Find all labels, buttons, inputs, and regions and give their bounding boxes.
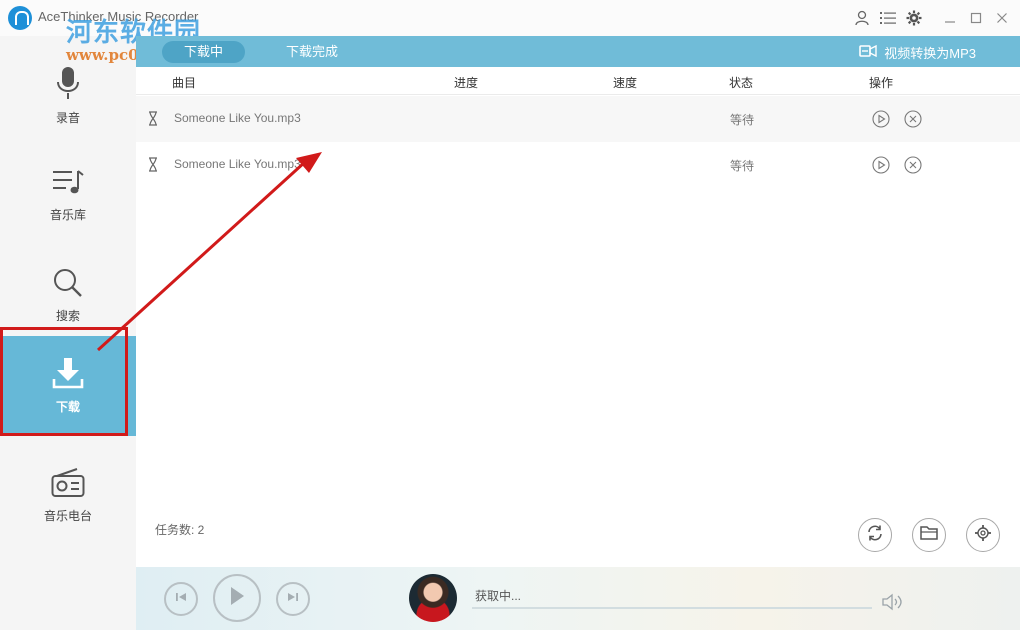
hourglass-icon [148, 111, 158, 129]
sidebar-item-label: 录音 [55, 111, 80, 125]
sidebar-item-label: 搜索 [55, 309, 80, 323]
task-count: 任务数: 2 [155, 523, 205, 537]
convert-video-to-mp3-link[interactable]: 视频转换为MP3 [859, 43, 976, 62]
table-row[interactable]: Someone Like You.mp3 等待 [136, 142, 1020, 188]
play-circle-icon[interactable] [872, 110, 890, 128]
settings-icon [974, 524, 992, 547]
table-header: 曲目 进度 速度 状态 操作 [136, 67, 1020, 95]
open-folder-button[interactable] [912, 518, 946, 552]
close-icon[interactable] [992, 8, 1012, 28]
hourglass-icon [148, 157, 158, 175]
download-settings-button[interactable] [966, 518, 1000, 552]
play-button[interactable] [213, 574, 261, 622]
sidebar-item-label: 音乐库 [49, 208, 86, 222]
delete-circle-icon[interactable] [904, 110, 922, 128]
next-button[interactable] [276, 582, 310, 616]
delete-circle-icon[interactable] [904, 156, 922, 174]
sidebar-item-library[interactable]: 音乐库 [0, 146, 136, 246]
tab-completed[interactable]: 下载完成 [264, 41, 360, 63]
radio-icon [51, 468, 85, 501]
sidebar-item-label: 下载 [55, 400, 80, 414]
previous-button[interactable] [164, 582, 198, 616]
list-icon[interactable] [878, 8, 898, 28]
folder-icon [920, 525, 938, 546]
refresh-button[interactable] [858, 518, 892, 552]
column-header-actions: 操作 [869, 76, 894, 90]
column-header-speed: 速度 [613, 76, 638, 90]
refresh-icon [866, 524, 884, 547]
now-playing-status: 获取中... [475, 589, 522, 603]
status-text: 等待 [730, 159, 755, 173]
volume-icon[interactable] [882, 593, 904, 616]
user-icon[interactable] [852, 8, 872, 28]
play-circle-icon[interactable] [872, 156, 890, 174]
player-bar: 获取中... [136, 567, 1020, 630]
maximize-icon[interactable] [966, 8, 986, 28]
column-header-progress: 进度 [454, 76, 479, 90]
song-name: Someone Like You.mp3 [174, 157, 301, 171]
gear-icon[interactable] [904, 8, 924, 28]
download-icon [52, 357, 84, 392]
sidebar-item-radio[interactable]: 音乐电台 [0, 446, 136, 546]
search-icon [53, 268, 83, 301]
play-icon [228, 586, 246, 611]
window-controls [852, 8, 1012, 28]
column-header-status: 状态 [729, 76, 754, 90]
video-convert-icon [859, 43, 877, 62]
status-text: 等待 [730, 113, 755, 127]
sidebar: 录音 音乐库 搜索 下载 音乐电台 [0, 36, 136, 630]
tab-bar: 下载中 下载完成 视频转换为MP3 [136, 36, 1020, 67]
table-row[interactable]: Someone Like You.mp3 等待 [136, 96, 1020, 142]
next-track-icon [286, 590, 300, 609]
playback-progress[interactable] [472, 607, 872, 609]
convert-link-label: 视频转换为MP3 [884, 46, 976, 61]
app-logo-icon [8, 6, 32, 30]
sidebar-item-download[interactable]: 下载 [0, 336, 136, 436]
music-library-icon [52, 169, 84, 200]
column-header-song: 曲目 [172, 76, 197, 90]
sidebar-item-search[interactable]: 搜索 [0, 246, 136, 346]
song-name: Someone Like You.mp3 [174, 111, 301, 125]
minimize-icon[interactable] [940, 8, 960, 28]
tab-downloading[interactable]: 下载中 [162, 41, 246, 63]
microphone-icon [56, 66, 80, 103]
previous-track-icon [174, 590, 188, 609]
sidebar-item-label: 音乐电台 [43, 509, 92, 523]
album-cover [409, 574, 457, 622]
